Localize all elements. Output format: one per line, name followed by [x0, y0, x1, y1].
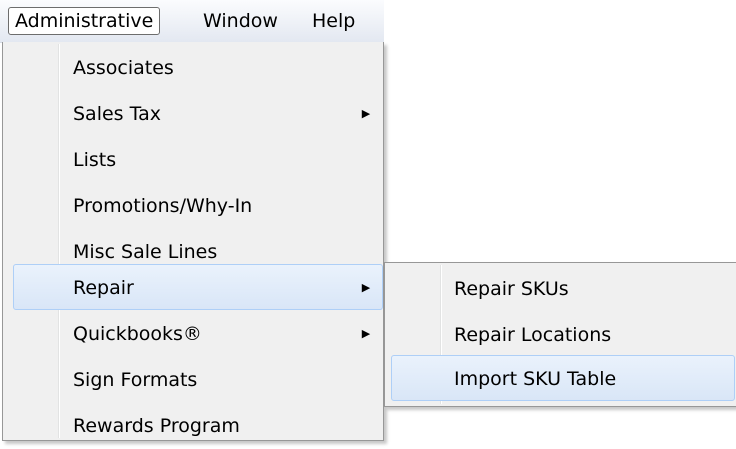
menu-item-label: Associates [73, 57, 174, 79]
menu-item-label: Lists [73, 149, 117, 171]
menu-item-promotions-why-in[interactable]: Promotions/Why-In [6, 183, 380, 229]
menu-item-label: Quickbooks® [73, 323, 202, 345]
chevron-right-icon: ▶ [361, 327, 371, 340]
menu-bar: Administrative Window Help [0, 0, 384, 43]
repair-submenu: Repair SKUs Repair Locations Import SKU … [384, 262, 736, 407]
menu-item-rewards-program[interactable]: Rewards Program [6, 403, 380, 449]
menu-item-sign-formats[interactable]: Sign Formats [6, 357, 380, 403]
menu-item-sales-tax[interactable]: Sales Tax ▶ [6, 91, 380, 137]
chevron-right-icon: ▶ [361, 281, 371, 294]
submenu-item-repair-locations[interactable]: Repair Locations [388, 312, 736, 358]
menu-help[interactable]: Help [306, 7, 361, 35]
menu-item-lists[interactable]: Lists [6, 137, 380, 183]
menu-window[interactable]: Window [197, 7, 284, 35]
menu-item-label: Sales Tax [73, 103, 161, 125]
menu-item-label: Repair SKUs [454, 278, 569, 300]
administrative-dropdown: Associates Sales Tax ▶ Lists Promotions/… [2, 42, 384, 441]
menu-item-label: Import SKU Table [454, 368, 617, 390]
chevron-right-icon: ▶ [361, 107, 371, 120]
menu-item-label: Repair Locations [454, 324, 612, 346]
menu-item-label: Promotions/Why-In [73, 195, 253, 217]
menu-item-quickbooks[interactable]: Quickbooks® ▶ [6, 311, 380, 357]
submenu-item-import-sku-table[interactable]: Import SKU Table [391, 355, 735, 401]
menu-item-label: Repair [73, 277, 134, 299]
menu-administrative[interactable]: Administrative [8, 7, 161, 35]
menu-item-label: Rewards Program [73, 415, 240, 437]
menu-item-label: Sign Formats [73, 369, 198, 391]
submenu-item-repair-skus[interactable]: Repair SKUs [388, 266, 736, 312]
menu-item-associates[interactable]: Associates [6, 45, 380, 91]
menu-item-repair[interactable]: Repair ▶ [13, 264, 383, 310]
